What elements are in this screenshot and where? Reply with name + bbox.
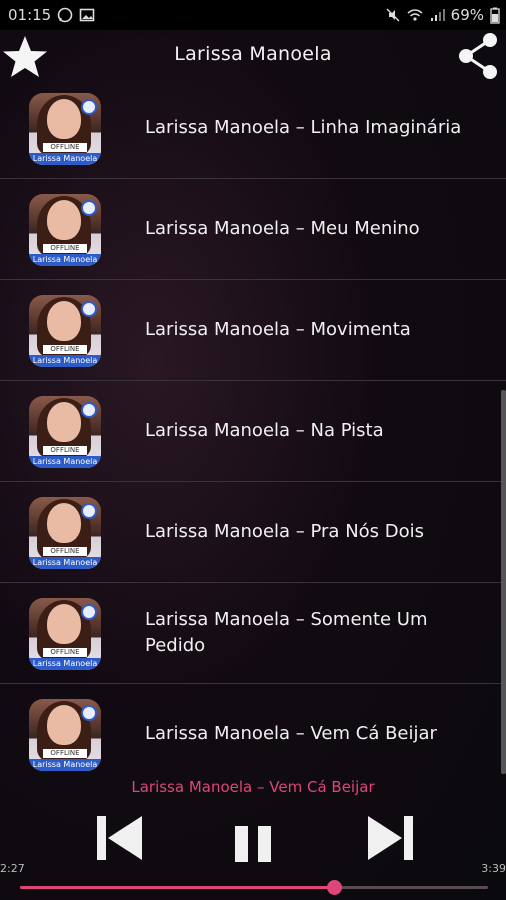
badge-icon xyxy=(81,301,97,317)
thumbnail-band: Larissa Manoela xyxy=(29,254,101,266)
badge-icon xyxy=(81,99,97,115)
album-thumbnail: OFFLINE Larissa Manoela xyxy=(29,598,101,670)
album-thumbnail: OFFLINE Larissa Manoela xyxy=(29,93,101,165)
thumbnail-tag: OFFLINE xyxy=(43,446,87,455)
thumbnail-band: Larissa Manoela xyxy=(29,456,101,468)
thumbnail-tag: OFFLINE xyxy=(43,749,87,758)
thumbnail-band: Larissa Manoela xyxy=(29,759,101,771)
seek-thumb[interactable] xyxy=(326,880,342,895)
battery-icon xyxy=(490,7,500,24)
status-bar: 01:15 69% xyxy=(0,0,506,30)
thumbnail-band: Larissa Manoela xyxy=(29,355,101,367)
skip-next-icon[interactable] xyxy=(364,812,416,864)
song-title: Larissa Manoela – Vem Cá Beijar xyxy=(145,723,437,744)
song-list[interactable]: OFFLINE Larissa Manoela Larissa Manoela –… xyxy=(0,78,506,780)
thumbnail-band: Larissa Manoela xyxy=(29,658,101,670)
wifi-icon xyxy=(407,9,423,21)
thumbnail-tag: OFFLINE xyxy=(43,648,87,657)
star-icon[interactable] xyxy=(0,32,50,82)
whatsapp-icon xyxy=(57,7,73,23)
album-thumbnail: OFFLINE Larissa Manoela xyxy=(29,497,101,569)
thumbnail-band: Larissa Manoela xyxy=(29,557,101,569)
thumbnail-tag: OFFLINE xyxy=(43,345,87,354)
badge-icon xyxy=(81,604,97,620)
signal-icon xyxy=(430,9,445,21)
thumbnail-tag: OFFLINE xyxy=(43,244,87,253)
app-bar: Larissa Manoela xyxy=(0,30,506,79)
scrollbar[interactable] xyxy=(501,390,506,774)
list-item[interactable]: OFFLINE Larissa Manoela Larissa Manoela –… xyxy=(0,684,506,780)
song-title: Larissa Manoela – Linha Imaginária xyxy=(145,117,462,138)
badge-icon xyxy=(81,503,97,519)
now-playing-title: Larissa Manoela – Vem Cá Beijar xyxy=(131,778,375,796)
list-item[interactable]: OFFLINE Larissa Manoela Larissa Manoela –… xyxy=(0,179,506,280)
list-item[interactable]: OFFLINE Larissa Manoela Larissa Manoela –… xyxy=(0,482,506,583)
thumbnail-band: Larissa Manoela xyxy=(29,153,101,165)
song-title: Larissa Manoela – Na Pista xyxy=(145,420,384,441)
pause-icon[interactable] xyxy=(233,824,273,864)
song-title: Larissa Manoela – Somente Um Pedido xyxy=(145,609,428,656)
album-thumbnail: OFFLINE Larissa Manoela xyxy=(29,699,101,771)
total-duration: 3:39 xyxy=(481,862,506,875)
badge-icon xyxy=(81,200,97,216)
album-thumbnail: OFFLINE Larissa Manoela xyxy=(29,295,101,367)
seek-progress xyxy=(20,886,334,889)
thumbnail-tag: OFFLINE xyxy=(43,547,87,556)
song-title: Larissa Manoela – Meu Menino xyxy=(145,218,420,239)
battery-percent: 69% xyxy=(450,6,484,24)
image-icon xyxy=(79,8,95,22)
elapsed-time: 2:27 xyxy=(0,862,25,875)
album-thumbnail: OFFLINE Larissa Manoela xyxy=(29,194,101,266)
mute-icon xyxy=(386,8,400,22)
share-icon[interactable] xyxy=(454,30,502,82)
list-item[interactable]: OFFLINE Larissa Manoela Larissa Manoela –… xyxy=(0,78,506,179)
seek-bar[interactable] xyxy=(20,880,488,895)
player-controls xyxy=(0,812,506,878)
list-item[interactable]: OFFLINE Larissa Manoela Larissa Manoela –… xyxy=(0,583,506,684)
list-item[interactable]: OFFLINE Larissa Manoela Larissa Manoela –… xyxy=(0,280,506,381)
badge-icon xyxy=(81,402,97,418)
album-thumbnail: OFFLINE Larissa Manoela xyxy=(29,396,101,468)
badge-icon xyxy=(81,705,97,721)
thumbnail-tag: OFFLINE xyxy=(43,143,87,152)
song-title: Larissa Manoela – Pra Nós Dois xyxy=(145,521,425,542)
page-title: Larissa Manoela xyxy=(174,43,332,65)
status-time: 01:15 xyxy=(8,6,52,24)
skip-previous-icon[interactable] xyxy=(94,812,146,864)
song-title: Larissa Manoela – Movimenta xyxy=(145,319,411,340)
list-item[interactable]: OFFLINE Larissa Manoela Larissa Manoela –… xyxy=(0,381,506,482)
